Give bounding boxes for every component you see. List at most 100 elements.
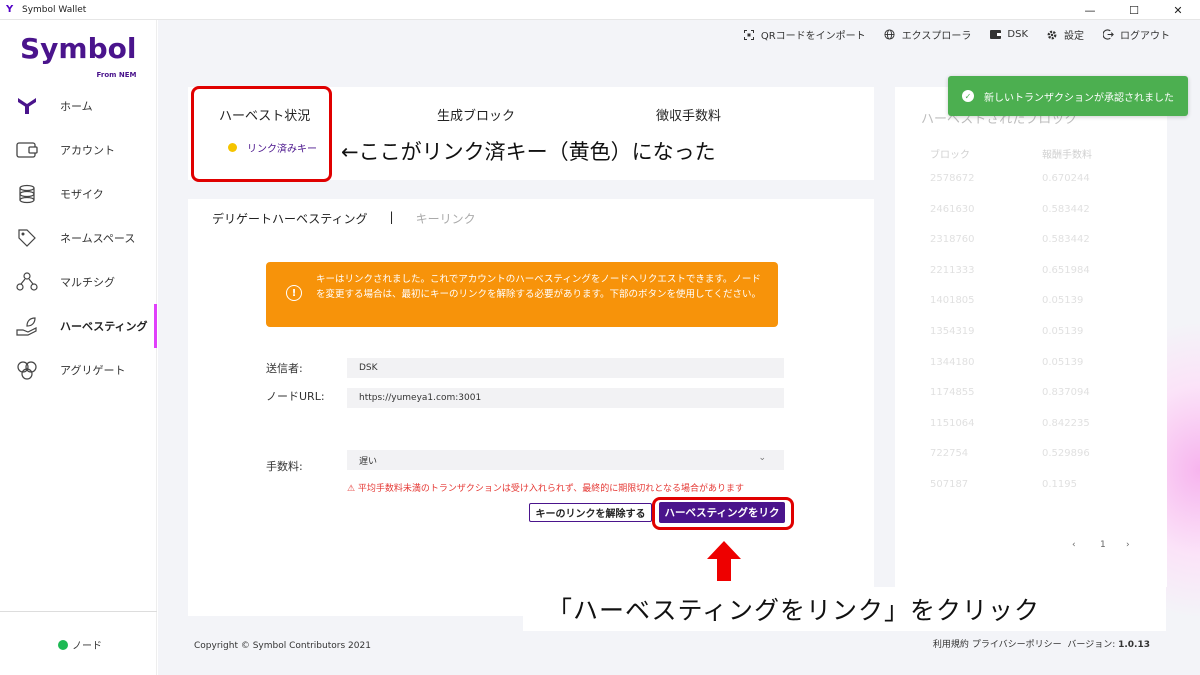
account-name: DSK: [1007, 29, 1028, 40]
qr-import-label: QRコードをインポート: [760, 31, 866, 42]
multisig-icon: [16, 271, 38, 293]
window-title: Symbol Wallet: [22, 4, 87, 15]
close-button[interactable]: ✕: [1156, 0, 1200, 20]
column-block: ブロック: [930, 150, 970, 161]
block-height-cell: 2211333: [930, 265, 975, 276]
info-alert: ! キーはリンクされました。これでアカウントのハーベスティングをノードへリクエス…: [266, 262, 778, 327]
harvest-icon: [16, 315, 38, 337]
sidebar-item-label: ホーム: [60, 100, 93, 113]
node-url-value: https://yumeya1.com:3001: [359, 393, 482, 403]
title-bar: Y Symbol Wallet — ☐ ✕: [0, 0, 1200, 20]
sidebar-nav: ホーム アカウント モザイク ネームスペース マルチシグ ハーベスティング アグ…: [0, 84, 157, 392]
fee-cell: 0.842235: [1042, 418, 1090, 429]
sidebar-item-home[interactable]: ホーム: [0, 84, 157, 128]
node-status[interactable]: ノード: [58, 637, 102, 652]
harvest-tabs: デリゲートハーベスティング | キーリンク: [212, 210, 476, 227]
page-number[interactable]: 1: [1100, 540, 1106, 550]
logout-label: ログアウト: [1120, 31, 1170, 42]
fee-warning: ⚠ 平均手数料未満のトランザクションは受け入れられず、最終的に期限切れとなる場合…: [347, 484, 745, 494]
success-toast[interactable]: ✓ 新しいトランザクションが承認されました: [948, 76, 1188, 116]
sidebar-item-label: モザイク: [60, 188, 104, 201]
logout-link[interactable]: ログアウト: [1102, 27, 1170, 42]
next-page-icon[interactable]: ›: [1126, 540, 1130, 550]
check-circle-icon: ✓: [962, 90, 974, 102]
block-height-cell: 2318760: [930, 234, 975, 245]
fee-label: 手数料:: [266, 460, 303, 473]
logo-text: Symbol: [20, 32, 137, 65]
fee-cell: 0.05139: [1042, 357, 1084, 368]
settings-label: 設定: [1064, 31, 1084, 42]
version-label: バージョン:: [1067, 640, 1116, 650]
sidebar-item-label: マルチシグ: [60, 276, 115, 289]
fee-value: 遅い: [359, 456, 378, 467]
sidebar-item-label: ハーベスティング: [60, 320, 148, 333]
fee-cell: 0.651984: [1042, 265, 1090, 276]
block-height-cell: 1174855: [930, 387, 975, 398]
mosaic-icon: [16, 183, 38, 205]
highlight-box-link-button: [652, 497, 794, 530]
sidebar-item-label: ネームスペース: [60, 232, 136, 245]
fee-cell: 0.583442: [1042, 204, 1090, 215]
account-link[interactable]: DSK: [989, 29, 1028, 41]
block-height-cell: 722754: [930, 448, 969, 459]
terms-link[interactable]: 利用規約: [933, 640, 969, 650]
fee-cell: 0.583442: [1042, 234, 1090, 245]
block-height-cell: 1354319: [930, 326, 975, 337]
qr-icon: [743, 29, 755, 41]
sender-value: DSK: [359, 363, 378, 373]
highlight-box-status: [191, 86, 332, 182]
copyright: Copyright © Symbol Contributors 2021: [194, 641, 371, 651]
symbol-app-icon: Y: [6, 3, 14, 15]
block-height-cell: 507187: [930, 479, 969, 490]
fee-select[interactable]: 遅い ⌄: [347, 450, 784, 470]
tab-separator: |: [389, 210, 394, 224]
tag-icon: [16, 227, 38, 249]
logo-subtitle: From NEM: [96, 71, 137, 79]
prev-page-icon[interactable]: ‹: [1072, 540, 1076, 550]
sidebar-item-account[interactable]: アカウント: [0, 128, 157, 172]
fees-heading: 徴収手数料: [656, 109, 722, 124]
footer-links: 利用規約 プライバシーポリシー バージョン: 1.0.13: [933, 637, 1150, 650]
sidebar-item-harvesting[interactable]: ハーベスティング: [0, 304, 157, 348]
block-height-cell: 1344180: [930, 357, 975, 368]
alert-message: キーはリンクされました。これでアカウントのハーベスティングをノードへリクエストで…: [316, 274, 761, 300]
minimize-button[interactable]: —: [1068, 0, 1112, 20]
chevron-down-icon: ⌄: [758, 453, 766, 463]
sidebar-item-multisig[interactable]: マルチシグ: [0, 260, 157, 304]
gear-icon: [1046, 29, 1058, 41]
home-icon: [16, 95, 38, 117]
column-fee: 報酬手数料: [1042, 150, 1092, 161]
toast-message: 新しいトランザクションが承認されました: [984, 92, 1174, 104]
sidebar-item-namespace[interactable]: ネームスペース: [0, 216, 157, 260]
fee-cell: 0.05139: [1042, 295, 1084, 306]
wallet-icon: [16, 139, 38, 161]
sidebar-item-aggregate[interactable]: アグリゲート: [0, 348, 157, 392]
wallet-small-icon: [989, 29, 1001, 41]
aggregate-icon: [16, 359, 38, 381]
node-url-field[interactable]: https://yumeya1.com:3001: [347, 388, 784, 408]
qr-import-link[interactable]: QRコードをインポート: [743, 27, 866, 42]
sender-field: DSK: [347, 358, 784, 378]
fee-cell: 0.670244: [1042, 173, 1090, 184]
tab-delegated-harvesting[interactable]: デリゲートハーベスティング: [212, 210, 368, 227]
tab-key-link[interactable]: キーリンク: [416, 210, 476, 227]
node-label: ノード: [72, 641, 102, 652]
block-height-cell: 1151064: [930, 418, 975, 429]
node-url-label: ノードURL:: [266, 390, 325, 403]
generated-blocks-heading: 生成ブロック: [437, 109, 516, 124]
annotation-linked-key: ←ここがリンク済キー（黄色）になった: [339, 136, 718, 166]
red-arrow-icon: [707, 541, 741, 581]
sender-label: 送信者:: [266, 362, 303, 375]
sidebar-item-mosaic[interactable]: モザイク: [0, 172, 157, 216]
sidebar-divider: [0, 611, 157, 612]
privacy-link[interactable]: プライバシーポリシー: [972, 640, 1062, 650]
settings-link[interactable]: 設定: [1046, 27, 1084, 42]
maximize-button[interactable]: ☐: [1112, 0, 1156, 20]
symbol-logo[interactable]: Symbol From NEM: [20, 32, 137, 79]
node-status-dot: [58, 639, 68, 650]
explorer-link[interactable]: エクスプローラ: [884, 27, 972, 42]
window-controls: — ☐ ✕: [1068, 0, 1200, 20]
explorer-label: エクスプローラ: [901, 31, 972, 42]
fee-cell: 0.05139: [1042, 326, 1084, 337]
unlink-key-button[interactable]: キーのリンクを解除する: [529, 503, 652, 522]
